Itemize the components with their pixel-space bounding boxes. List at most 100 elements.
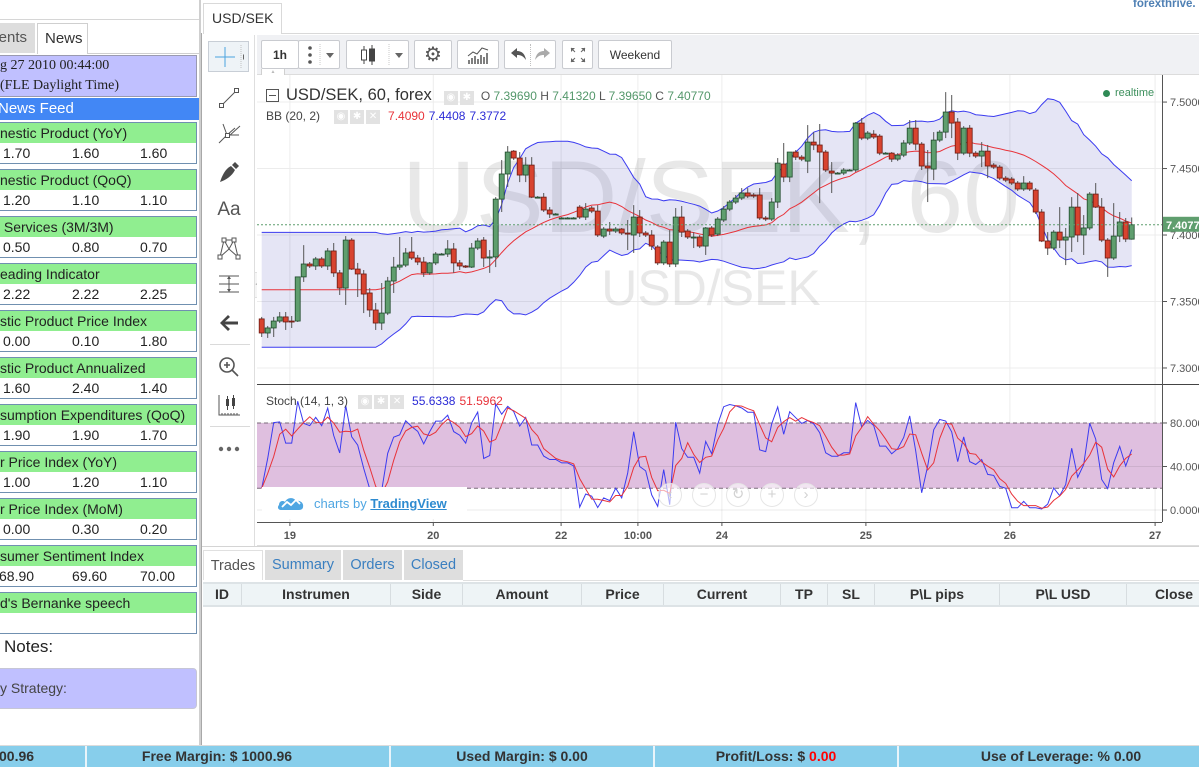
trend-line-icon	[219, 88, 239, 108]
measure-tool-button[interactable]	[210, 389, 248, 421]
news-item[interactable]: sumption Expenditures (QoQ) 1.90 1.90 1.70	[0, 404, 197, 446]
crosshair-tool-button[interactable]	[208, 41, 249, 72]
news-title: d's Bernanke speech	[0, 593, 196, 613]
candle	[576, 205, 583, 220]
candle	[672, 208, 679, 268]
news-item[interactable]: sumer Sentiment Index 68.90 69.60 70.00	[0, 545, 197, 587]
tab-usd-sek[interactable]: USD/SEK	[203, 3, 282, 34]
weekend-button[interactable]: Weekend	[598, 40, 672, 69]
settings-button[interactable]: ⚙	[414, 40, 452, 69]
zoom-in-button[interactable]: +	[760, 483, 784, 507]
candle-body	[1062, 236, 1069, 241]
news-item[interactable]: eading Indicator 2.22 2.22 2.25	[0, 263, 197, 305]
column-header-pl-usd[interactable]: P\L USD	[1000, 584, 1127, 605]
open-value: 7.39690	[493, 88, 537, 103]
column-header-instrument[interactable]: Instrumen	[242, 584, 391, 605]
close-icon[interactable]: ✕	[390, 395, 405, 409]
pitchfork-tool-button[interactable]	[210, 117, 248, 149]
news-item[interactable]: nestic Product (YoY) 1.70 1.60 1.60	[0, 122, 197, 164]
brush-tool-button[interactable]	[210, 156, 248, 188]
candle-body	[396, 264, 403, 268]
close-icon[interactable]: ✕	[366, 110, 381, 124]
eye-icon[interactable]: ◉	[358, 395, 373, 409]
candle-body	[888, 152, 895, 160]
candle-body	[300, 263, 307, 278]
candle-body	[786, 151, 793, 178]
column-header-amount[interactable]: Amount	[463, 584, 582, 605]
tab-trades[interactable]: Trades	[203, 550, 263, 580]
candle-body	[900, 142, 907, 156]
candle-body	[858, 122, 865, 139]
candle-body	[1002, 177, 1009, 181]
column-header-sl[interactable]: SL	[828, 584, 875, 605]
collapse-legend-icon[interactable]	[266, 89, 279, 102]
column-header-side[interactable]: Side	[391, 584, 463, 605]
gear-icon[interactable]: ✱	[374, 395, 389, 409]
fullscreen-button[interactable]	[562, 40, 593, 69]
column-header-price[interactable]: Price	[582, 584, 664, 605]
zoom-tool-button[interactable]	[210, 351, 248, 383]
gear-icon[interactable]: ✱	[350, 110, 365, 124]
redo-button[interactable]	[533, 44, 553, 67]
tradingview-link[interactable]: TradingView	[370, 496, 446, 511]
news-value-1: 1.60	[3, 380, 31, 396]
projection-tool-button[interactable]	[210, 268, 248, 300]
interval-dropdown-button[interactable]	[298, 40, 340, 69]
tab-events[interactable]: ents	[0, 23, 35, 53]
candle-body	[390, 266, 397, 282]
news-values: 1.70 1.60 1.60	[0, 143, 196, 163]
news-item[interactable]: stic Product Price Index 0.00 0.10 1.80	[0, 310, 197, 352]
news-item[interactable]: r Price Index (YoY) 1.00 1.20 1.10	[0, 451, 197, 493]
candle-body	[732, 197, 739, 203]
news-item[interactable]: r Price Index (MoM) 0.00 0.30 0.20	[0, 498, 197, 540]
candle	[876, 134, 883, 156]
indicators-button[interactable]	[457, 40, 499, 69]
news-item[interactable]: Services (3M/3M) 0.50 0.80 0.70	[0, 216, 197, 258]
candle-body	[1110, 235, 1117, 259]
column-header-id[interactable]: ID	[203, 584, 242, 605]
chart-style-button[interactable]	[346, 40, 409, 69]
candle-body	[990, 164, 997, 168]
eye-icon[interactable]: ◉	[443, 91, 458, 105]
candle-body	[774, 162, 781, 203]
news-value-2: 1.60	[72, 145, 100, 161]
profit-loss-value: 0.00	[809, 748, 837, 764]
news-item[interactable]: d's Bernanke speech	[0, 592, 197, 634]
scroll-left-button[interactable]: ‹	[658, 483, 682, 507]
news-value-3: 0.20	[140, 521, 168, 537]
time-axis-label: 10:00	[624, 530, 652, 542]
column-header-current[interactable]: Current	[664, 584, 781, 605]
more-tools-button[interactable]	[210, 433, 248, 465]
eye-icon[interactable]: ◉	[334, 110, 349, 124]
tab-summary[interactable]: Summary	[265, 550, 341, 580]
strategy-field[interactable]: y Strategy:	[0, 668, 197, 709]
column-header-close[interactable]: Close	[1127, 584, 1199, 605]
interval-button[interactable]: 1h	[261, 40, 299, 69]
trend-line-tool-button[interactable]	[210, 82, 248, 114]
stoch-axis-label: 40.0000	[1170, 462, 1199, 474]
text-tool-button[interactable]: Aa	[210, 194, 248, 226]
news-item[interactable]: stic Product Annualized 1.60 2.40 1.40	[0, 357, 197, 399]
candle-body	[1044, 240, 1051, 249]
remove-drawings-button[interactable]	[210, 307, 248, 339]
tab-orders[interactable]: Orders	[343, 550, 402, 580]
candle	[318, 256, 325, 268]
price-chart[interactable]: USD/SEK, 60 USD/SEK 7.500007.450007.4000…	[257, 75, 1199, 546]
candle-body	[378, 312, 385, 324]
undo-button[interactable]	[508, 44, 528, 67]
zoom-out-button[interactable]: −	[692, 483, 716, 507]
scroll-right-button[interactable]: ›	[794, 483, 818, 507]
pattern-tool-button[interactable]	[210, 232, 248, 264]
column-header-pl-pips[interactable]: P\L pips	[875, 584, 1000, 605]
candle	[960, 126, 967, 156]
candle-body	[702, 227, 709, 247]
high-value: 7.41320	[552, 88, 596, 103]
column-header-tp[interactable]: TP	[781, 584, 828, 605]
tradingview-badge[interactable]: charts by TradingView	[262, 487, 467, 519]
brand-logo[interactable]: forexthrive.	[1133, 0, 1196, 10]
tab-closed[interactable]: Closed	[404, 550, 463, 580]
reset-chart-button[interactable]: ↻	[726, 483, 750, 507]
news-item[interactable]: nestic Product (QoQ) 1.20 1.10 1.10	[0, 169, 197, 211]
tab-news[interactable]: News	[37, 23, 88, 54]
gear-icon[interactable]: ✱	[459, 91, 474, 105]
